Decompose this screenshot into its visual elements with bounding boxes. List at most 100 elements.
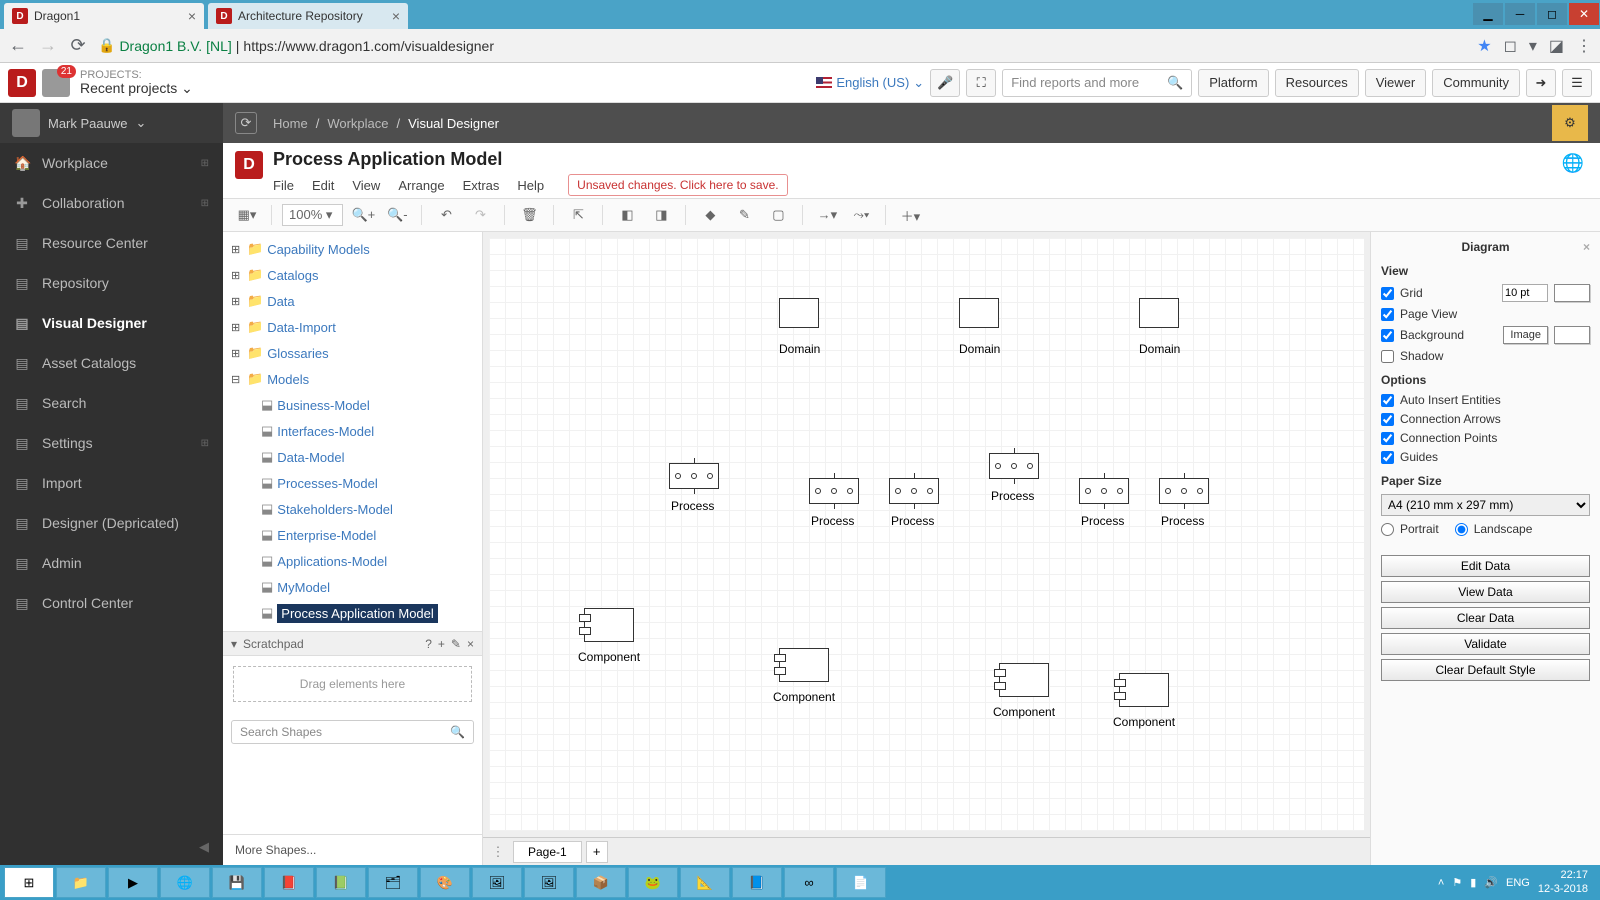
- task-explorer[interactable]: 📁: [56, 867, 106, 898]
- sidebar-item-control-center[interactable]: ▤Control Center: [0, 583, 223, 623]
- tree-folder[interactable]: ⊞📁Data: [231, 288, 482, 314]
- nav-reload-icon[interactable]: ⟳: [68, 35, 88, 56]
- view-mode-button[interactable]: ▦▾: [233, 202, 261, 228]
- fullscreen-button[interactable]: ⛶: [966, 69, 996, 97]
- process-node[interactable]: [889, 478, 939, 504]
- connector-icon[interactable]: →▾: [813, 202, 841, 228]
- edit-data-button[interactable]: Edit Data: [1381, 555, 1590, 577]
- add-icon[interactable]: ＋▾: [896, 202, 924, 228]
- image-button[interactable]: Image: [1503, 326, 1548, 344]
- settings-gear-button[interactable]: ⚙: [1552, 105, 1588, 141]
- window-close[interactable]: ✕: [1569, 3, 1599, 25]
- tree-expand-icon[interactable]: ⊞: [231, 295, 243, 308]
- notifications-button[interactable]: 21: [42, 69, 70, 97]
- close-icon[interactable]: ×: [467, 637, 474, 651]
- task-powershell[interactable]: ▶: [108, 867, 158, 898]
- zoom-in-icon[interactable]: 🔍+: [349, 202, 377, 228]
- tree-folder[interactable]: ⊞📁Glossaries: [231, 340, 482, 366]
- task-paint[interactable]: 🎨: [420, 867, 470, 898]
- task-note[interactable]: 📘: [732, 867, 782, 898]
- domain-node[interactable]: [1139, 298, 1179, 328]
- browser-tab[interactable]: D Architecture Repository ×: [208, 3, 408, 29]
- sidebar-item-workplace[interactable]: 🏠Workplace⊞: [0, 143, 223, 183]
- component-node[interactable]: [584, 608, 634, 642]
- global-search[interactable]: Find reports and more 🔍: [1002, 69, 1192, 97]
- resources-button[interactable]: Resources: [1275, 69, 1359, 97]
- globe-icon[interactable]: 🌐: [1558, 149, 1588, 178]
- pageview-checkbox[interactable]: [1381, 308, 1394, 321]
- undo-icon[interactable]: ↶: [432, 202, 460, 228]
- tree-scroll[interactable]: ⊞📁Capability Models⊞📁Catalogs⊞📁Data⊞📁Dat…: [223, 232, 482, 632]
- to-front-icon[interactable]: ◧: [613, 202, 641, 228]
- process-node[interactable]: [809, 478, 859, 504]
- menu-arrange[interactable]: Arrange: [398, 178, 444, 193]
- paper-size-select[interactable]: A4 (210 mm x 297 mm): [1381, 494, 1590, 516]
- add-page-button[interactable]: +: [586, 841, 608, 863]
- nav-forward-icon[interactable]: →: [38, 35, 58, 56]
- task-app[interactable]: 📗: [316, 867, 366, 898]
- task-ruler[interactable]: 📐: [680, 867, 730, 898]
- scratchpad-collapse-icon[interactable]: ▾: [231, 637, 237, 651]
- menu-file[interactable]: File: [273, 178, 294, 193]
- user-menu[interactable]: Mark Paauwe ⌄: [0, 109, 223, 137]
- task-photos[interactable]: 🖼: [472, 867, 522, 898]
- background-checkbox[interactable]: [1381, 329, 1394, 342]
- tree-model[interactable]: ⬓Processes-Model: [231, 470, 482, 496]
- tree-folder[interactable]: ⊞📁Catalogs: [231, 262, 482, 288]
- tree-model[interactable]: ⬓Stakeholders-Model: [231, 496, 482, 522]
- process-node[interactable]: [669, 463, 719, 489]
- task-vs[interactable]: ∞: [784, 867, 834, 898]
- tree-expand-icon[interactable]: ⊟: [231, 373, 243, 386]
- process-node[interactable]: [1159, 478, 1209, 504]
- app-logo[interactable]: D: [8, 69, 36, 97]
- tray-up-icon[interactable]: ˄: [1438, 877, 1444, 889]
- autoinsert-checkbox[interactable]: [1381, 394, 1394, 407]
- task-doc[interactable]: 📄: [836, 867, 886, 898]
- tree-model[interactable]: ⬓Data-Model: [231, 444, 482, 470]
- sidebar-item-admin[interactable]: ▤Admin: [0, 543, 223, 583]
- component-node[interactable]: [999, 663, 1049, 697]
- task-drive[interactable]: 📦: [576, 867, 626, 898]
- tray-flag-icon[interactable]: ⚑: [1452, 876, 1462, 889]
- tree-expand-icon[interactable]: ⊞: [231, 243, 243, 256]
- system-tray[interactable]: ˄ ⚑ ▮ 🔊 ENG 22:1712-3-2018: [1430, 869, 1596, 895]
- component-node[interactable]: [779, 648, 829, 682]
- tree-expand-icon[interactable]: ⊞: [231, 269, 243, 282]
- zoom-out-icon[interactable]: 🔍-: [383, 202, 411, 228]
- browser-tab-active[interactable]: D Dragon1 ×: [4, 3, 204, 29]
- tree-model[interactable]: ⬓Interfaces-Model: [231, 418, 482, 444]
- tray-clock[interactable]: 22:1712-3-2018: [1538, 869, 1588, 895]
- view-data-button[interactable]: View Data: [1381, 581, 1590, 603]
- sidebar-item-designer-depricated-[interactable]: ▤Designer (Depricated): [0, 503, 223, 543]
- start-button[interactable]: ⊞: [4, 867, 54, 898]
- menu-edit[interactable]: Edit: [312, 178, 334, 193]
- search-icon[interactable]: 🔍: [1167, 75, 1183, 91]
- shadow-icon[interactable]: ▢: [764, 202, 792, 228]
- close-icon[interactable]: ×: [392, 8, 400, 24]
- ext-icon[interactable]: ▾: [1529, 36, 1537, 56]
- landscape-radio[interactable]: [1455, 523, 1468, 536]
- ext-icon[interactable]: ◻: [1504, 36, 1517, 56]
- domain-node[interactable]: [959, 298, 999, 328]
- delete-icon[interactable]: 🗑: [515, 202, 543, 228]
- domain-node[interactable]: [779, 298, 819, 328]
- grid-color-swatch[interactable]: [1554, 284, 1590, 302]
- menu-extras[interactable]: Extras: [463, 178, 500, 193]
- url-field[interactable]: 🔒 Dragon1 B.V. [NL] | https://www.dragon…: [98, 37, 1467, 54]
- sidebar-item-asset-catalogs[interactable]: ▤Asset Catalogs: [0, 343, 223, 383]
- sidebar-item-repository[interactable]: ▤Repository: [0, 263, 223, 303]
- sidebar-collapse-button[interactable]: ◀: [0, 829, 223, 865]
- add-icon[interactable]: +: [438, 637, 445, 651]
- close-icon[interactable]: ×: [188, 8, 196, 24]
- tree-model[interactable]: ⬓MyModel: [231, 574, 482, 600]
- tray-net-icon[interactable]: ▮: [1470, 876, 1476, 889]
- unsaved-warning[interactable]: Unsaved changes. Click here to save.: [568, 174, 787, 196]
- task-pdf[interactable]: 📕: [264, 867, 314, 898]
- menu-icon[interactable]: ⋮: [1576, 36, 1592, 56]
- task-chrome[interactable]: 🌐: [160, 867, 210, 898]
- more-shapes-link[interactable]: More Shapes...: [223, 834, 482, 865]
- tray-lang[interactable]: ENG: [1506, 877, 1530, 889]
- bg-color-swatch[interactable]: [1554, 326, 1590, 344]
- connarrows-checkbox[interactable]: [1381, 413, 1394, 426]
- ext-icon[interactable]: ◪: [1549, 36, 1564, 56]
